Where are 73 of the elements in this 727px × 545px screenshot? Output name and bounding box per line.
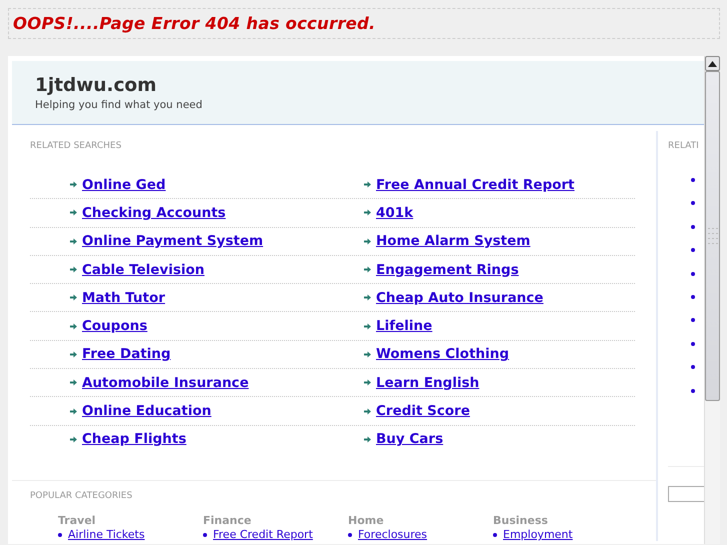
tagline: Helping you find what you need [35, 98, 204, 112]
search-link[interactable]: Lifeline [376, 318, 432, 334]
category-link[interactable]: Airline Tickets [68, 528, 145, 541]
search-link[interactable]: Checking Accounts [82, 204, 226, 221]
search-link[interactable]: Home Alarm System [376, 233, 530, 250]
section-label: RELATED SEARCHES [30, 141, 122, 152]
arrow-icon [364, 181, 371, 188]
arrow-icon [70, 181, 77, 188]
bullet-icon [691, 294, 695, 299]
bullet-icon [203, 532, 207, 537]
scroll-up-button[interactable] [705, 56, 720, 71]
arrow-icon [70, 408, 77, 415]
arrow-icon [364, 209, 371, 216]
search-link[interactable]: Credit Score [376, 403, 470, 420]
search-link[interactable]: Free Annual Credit Report [376, 176, 575, 193]
category-heading: Business [493, 514, 549, 528]
arrow-icon [70, 238, 77, 245]
search-link[interactable]: Online Education [82, 403, 212, 420]
arrow-icon [364, 350, 371, 358]
arrow-icon [364, 294, 371, 302]
section-label: RELATI [668, 141, 700, 152]
bullet-icon [691, 272, 695, 276]
arrow-icon [70, 379, 77, 386]
arrow-icon [364, 238, 371, 245]
section-label: POPULAR CATEGORIES [30, 490, 134, 502]
up-arrow-icon [708, 60, 717, 66]
search-link[interactable]: Cheap Auto Insurance [376, 290, 544, 306]
bullet-icon [691, 248, 695, 252]
bullet-icon [691, 342, 695, 346]
search-link[interactable]: Cheap Flights [82, 431, 186, 448]
bullet-icon [691, 365, 695, 370]
search-link[interactable]: Online Payment System [82, 233, 264, 250]
search-link[interactable]: Learn English [376, 374, 480, 391]
arrow-icon [70, 436, 77, 443]
arrow-icon [364, 379, 371, 386]
arrow-icon [364, 322, 371, 330]
bullet-icon [348, 532, 352, 537]
search-link[interactable]: Free Dating [82, 346, 171, 362]
search-link[interactable]: Math Tutor [82, 290, 166, 306]
arrow-icon [364, 408, 371, 415]
arrow-icon [364, 266, 371, 274]
search-link[interactable]: Online Ged [82, 176, 166, 193]
search-link[interactable]: Engagement Rings [376, 262, 519, 278]
bullet-icon [691, 388, 695, 393]
search-link[interactable]: Womens Clothing [376, 346, 510, 362]
bullet-icon [691, 201, 695, 206]
bullet-icon [691, 318, 695, 322]
search-link[interactable]: Coupons [82, 318, 148, 334]
search-field[interactable] [668, 486, 704, 502]
search-link[interactable]: Buy Cars [376, 431, 444, 448]
error-message: OOPS!....Page Error 404 has occurred. [13, 14, 376, 33]
category-link[interactable]: Free Credit Report [213, 528, 313, 541]
arrow-icon [70, 322, 77, 330]
arrow-icon [70, 294, 77, 302]
site-title: 1jtdwu.com [35, 75, 158, 97]
arrow-icon [70, 209, 77, 216]
scrollbar[interactable] [704, 56, 720, 544]
category-heading: Travel [58, 514, 97, 528]
arrow-icon [364, 436, 371, 443]
arrow-icon [70, 350, 77, 358]
bullet-icon [58, 532, 62, 537]
search-link[interactable]: Automobile Insurance [82, 374, 249, 391]
category-heading: Finance [203, 514, 252, 528]
category-link[interactable]: Employment [503, 528, 573, 541]
search-link[interactable]: Cable Television [82, 262, 204, 278]
category-heading: Home [348, 514, 385, 528]
scroll-thumb[interactable] [705, 71, 720, 401]
bullet-icon [691, 224, 695, 229]
bullet-icon [691, 178, 695, 182]
search-link[interactable]: 401k [376, 204, 414, 221]
category-link[interactable]: Foreclosures [358, 528, 428, 541]
bullet-icon [493, 532, 497, 537]
arrow-icon [70, 266, 77, 274]
